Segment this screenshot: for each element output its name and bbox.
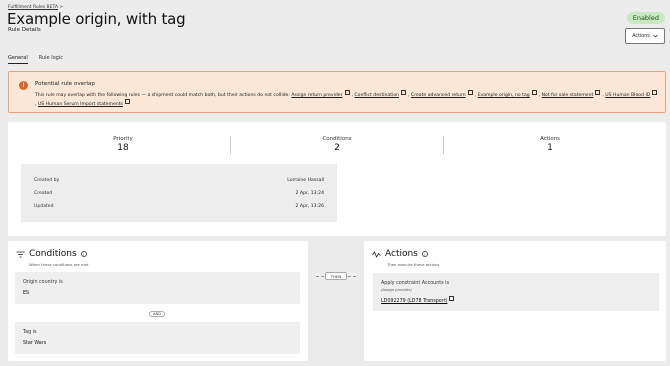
external-link-icon	[595, 90, 601, 95]
overlap-alert: ! Potential rule overlap This rule may o…	[8, 71, 666, 113]
stat-priority: Priority 18	[18, 136, 228, 153]
condition-card: Tag is Star Wars	[15, 322, 300, 354]
meta-value: 2 Apr, 13:24	[295, 191, 325, 196]
action-link-text[interactable]: LD092279 (LD78 Transport)	[381, 299, 447, 304]
condition-label: Origin country is	[23, 280, 63, 285]
info-icon[interactable]: i	[421, 251, 428, 257]
activity-icon	[372, 250, 381, 258]
rule-meta: Created by Lorraine Hassall Created 2 Ap…	[21, 164, 337, 222]
stat-actions: Actions 1	[445, 136, 655, 153]
meta-value: Lorraine Hassall	[287, 178, 324, 183]
external-link-icon	[449, 296, 455, 301]
action-account-link[interactable]: LD092279 (LD78 Transport)	[381, 296, 456, 304]
then-pill: THEN	[325, 272, 347, 280]
exclamation-circle-icon: !	[19, 81, 28, 90]
action-note: (Assign provider)	[381, 288, 412, 292]
meta-label: Created by	[34, 178, 60, 183]
divider	[443, 136, 444, 154]
info-icon[interactable]: i	[80, 251, 87, 257]
conditions-heading: Conditions	[29, 249, 77, 259]
external-link-icon	[531, 90, 537, 95]
condition-value: ES	[23, 291, 30, 296]
conditions-panel: Conditions i When these conditions are m…	[8, 241, 308, 361]
action-card: Apply constraint Accounts is (Assign pro…	[373, 273, 659, 311]
then-connector: THEN	[316, 272, 356, 280]
and-joiner: AND	[149, 311, 165, 317]
filter-lines-icon	[16, 251, 25, 257]
rule-link[interactable]: Not for sale statement	[542, 93, 594, 98]
external-link-icon	[652, 90, 658, 95]
condition-label: Tag is	[23, 330, 37, 335]
actions-heading: Actions	[385, 249, 418, 259]
rule-link[interactable]: Assign return provider	[291, 93, 342, 98]
rule-link[interactable]: Create advanced return	[411, 93, 466, 98]
meta-label: Created	[34, 191, 53, 196]
tab-rule-logic[interactable]: Rule logic	[39, 55, 63, 64]
rule-link[interactable]: Example origin, no tag	[478, 93, 530, 98]
condition-card: Origin country is ES	[15, 272, 300, 304]
page-subtitle: Rule Details	[8, 27, 41, 33]
meta-value: 2 Apr, 13:26	[295, 204, 325, 209]
stat-value: 18	[117, 143, 129, 153]
meta-label: Updated	[34, 204, 54, 209]
actions-title: Actions i	[372, 249, 428, 259]
conditions-subtitle: When these conditions are met	[29, 262, 89, 267]
external-link-icon	[124, 99, 130, 104]
stat-conditions: Conditions 2	[232, 136, 442, 153]
rule-link[interactable]: Conflict destination	[354, 93, 399, 98]
stat-label: Priority	[113, 136, 133, 142]
conditions-title: Conditions i	[16, 249, 87, 259]
meta-updated: Updated 2 Apr, 13:26	[34, 204, 324, 209]
stat-value: 2	[334, 143, 340, 153]
alert-title: Potential rule overlap	[35, 81, 95, 87]
stat-label: Conditions	[322, 136, 352, 142]
tab-bar: General Rule logic	[8, 55, 63, 64]
stat-label: Actions	[539, 136, 561, 142]
rule-link[interactable]: US Human Serum Import statements	[38, 102, 123, 107]
divider	[230, 136, 231, 154]
action-text: Apply constraint Accounts is	[381, 281, 449, 286]
external-link-icon	[467, 90, 473, 95]
actions-button-label: Actions	[632, 33, 650, 39]
meta-created-by: Created by Lorraine Hassall	[34, 178, 324, 183]
rule-summary-card: Priority 18 Conditions 2 Actions 1 Creat…	[8, 122, 666, 236]
actions-panel: Actions i Then execute these actions App…	[364, 241, 666, 361]
actions-button[interactable]: Actions	[625, 28, 665, 44]
external-link-icon	[401, 90, 407, 95]
alert-intro: This rule may overlap with the following…	[35, 93, 290, 98]
tab-general[interactable]: General	[8, 55, 28, 64]
meta-created: Created 2 Apr, 13:24	[34, 191, 324, 196]
alert-body: This rule may overlap with the following…	[35, 90, 660, 109]
actions-subtitle: Then execute these actions	[387, 262, 440, 267]
rule-link[interactable]: US Human Blood ID	[605, 93, 650, 98]
external-link-icon	[344, 90, 350, 95]
chevron-down-icon	[653, 34, 658, 38]
page-title: Example origin, with tag	[7, 10, 186, 28]
condition-value: Star Wars	[23, 341, 47, 346]
stat-value: 1	[547, 143, 553, 153]
status-badge: Enabled	[626, 12, 665, 24]
